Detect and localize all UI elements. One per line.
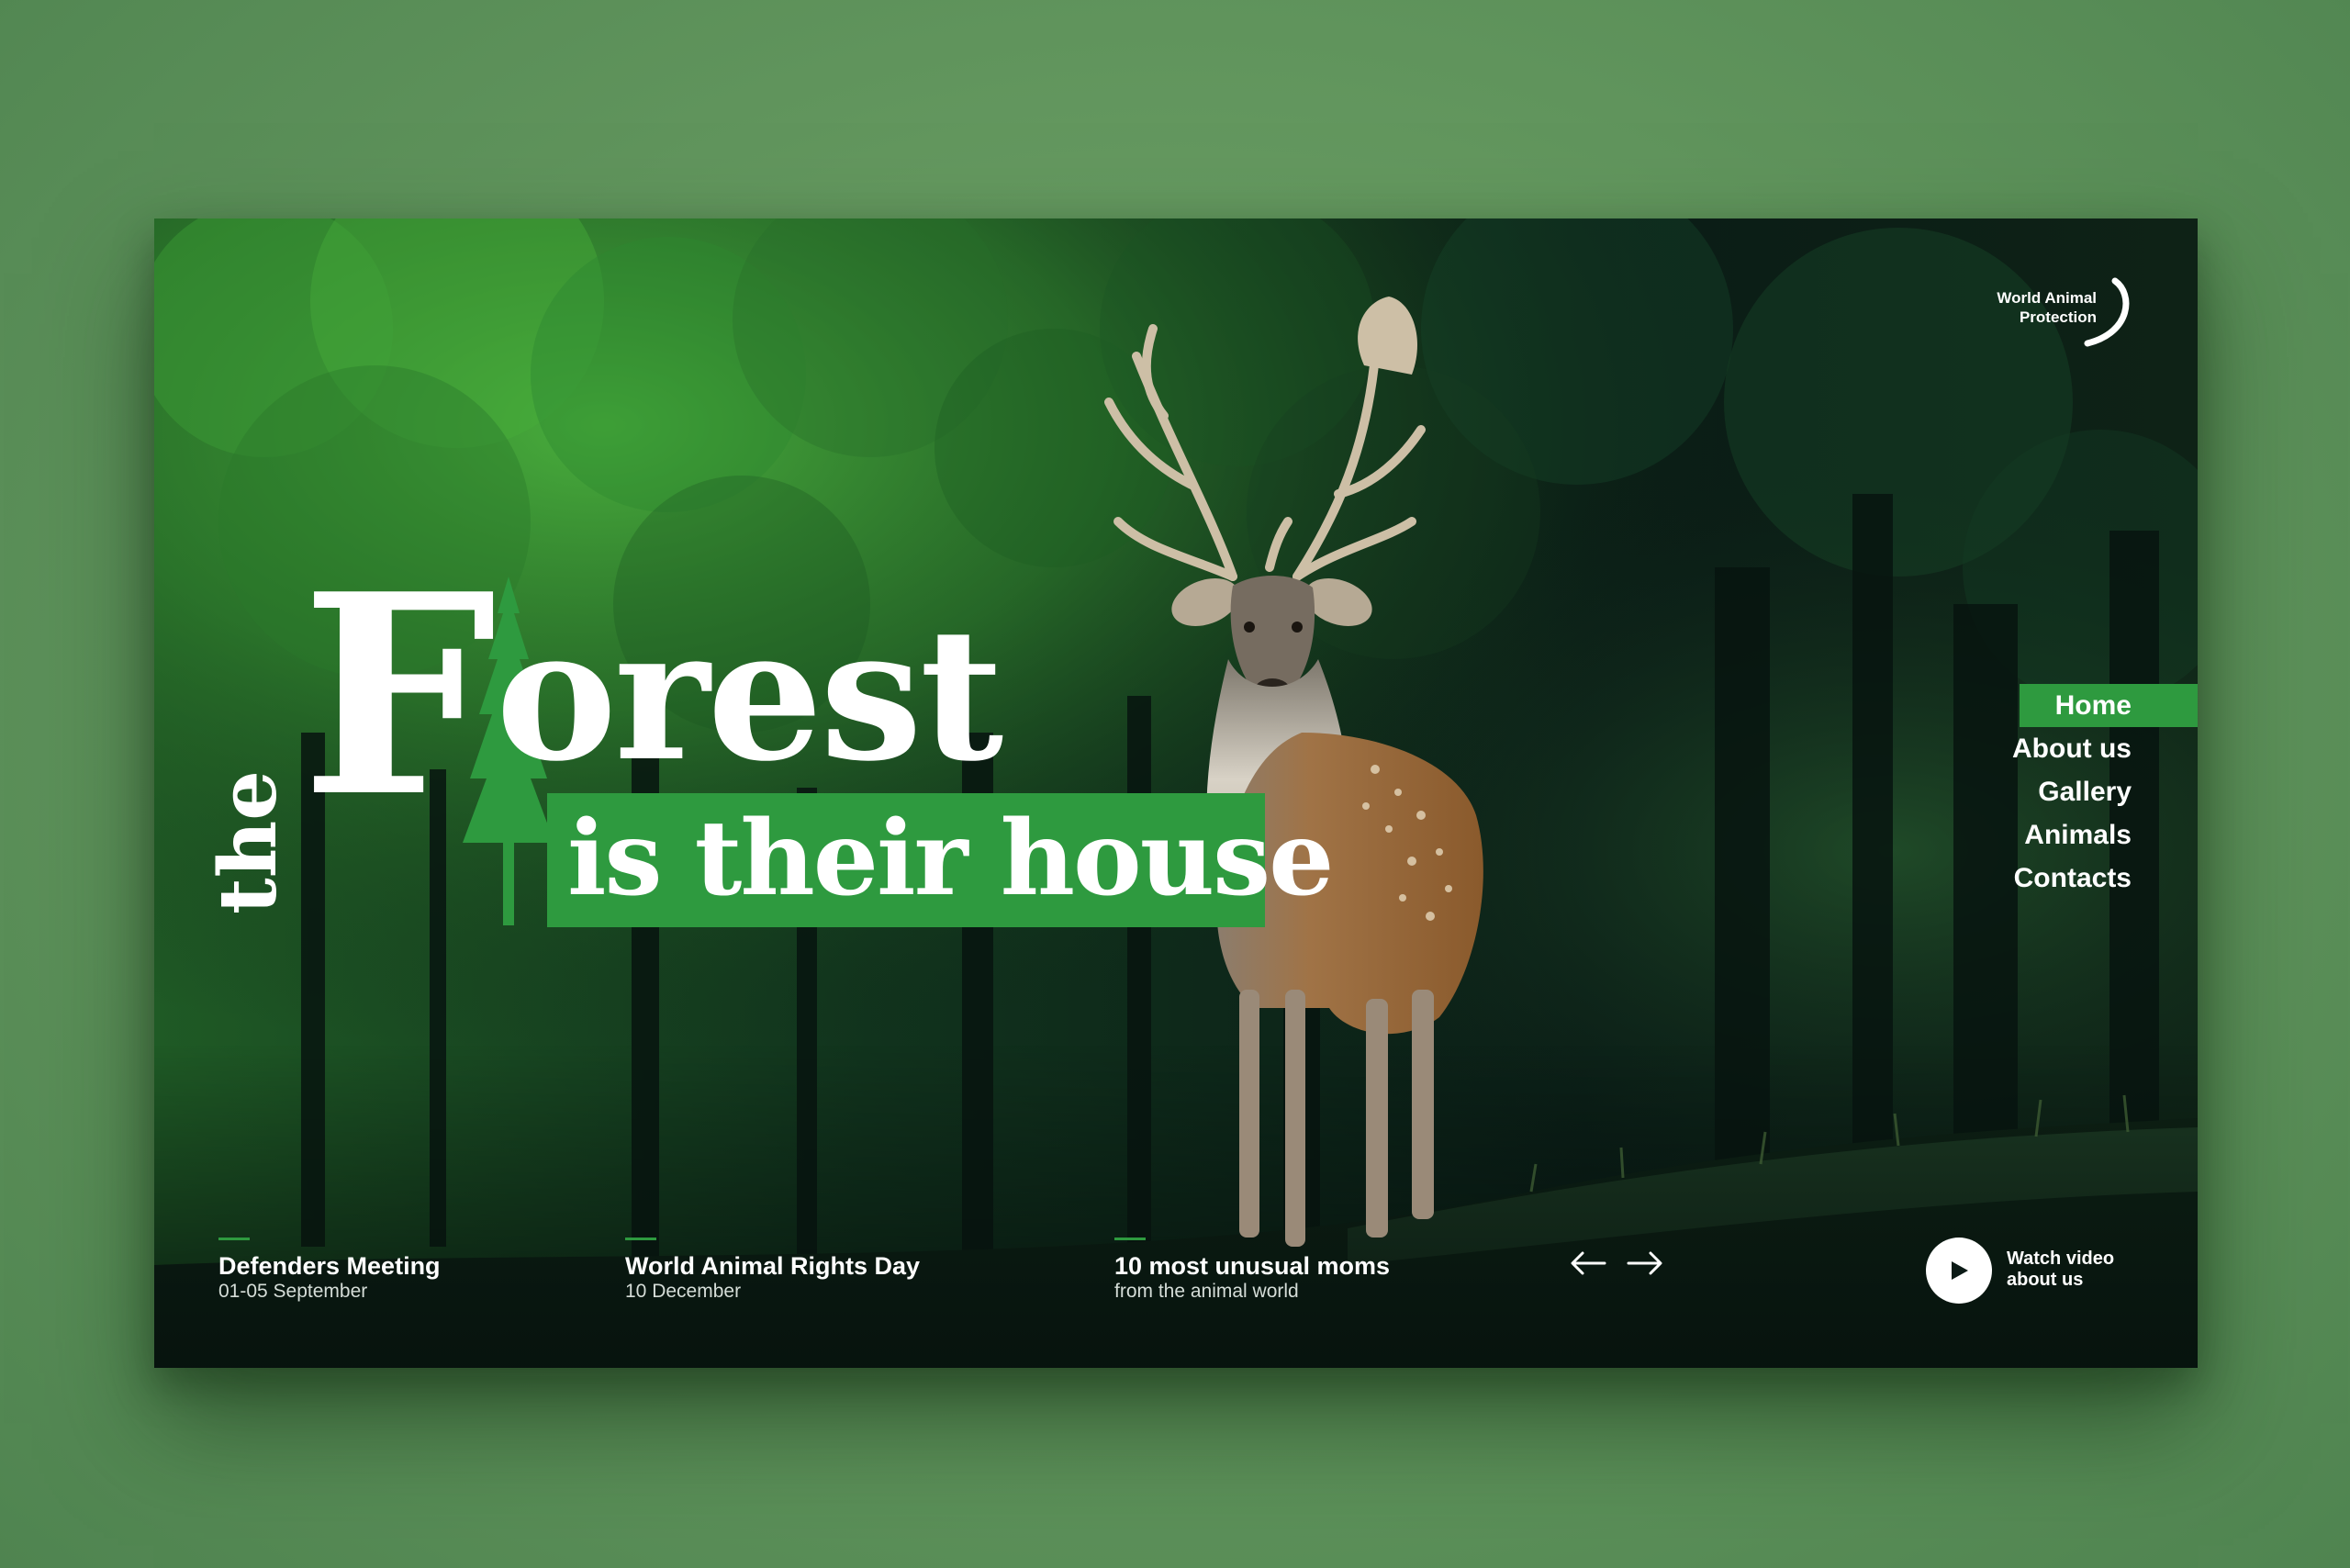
- news-item[interactable]: 10 most unusual moms from the animal wor…: [1114, 1238, 1390, 1303]
- news-accent-dash: [218, 1238, 250, 1240]
- nav-item-animals[interactable]: Animals: [1959, 813, 2198, 857]
- news-title: Defenders Meeting: [218, 1252, 441, 1280]
- news-accent-dash: [1114, 1238, 1146, 1240]
- news-subtitle: 10 December: [625, 1281, 742, 1302]
- news-subtitle: 01-05 September: [218, 1281, 368, 1302]
- news-accent-dash: [625, 1238, 656, 1240]
- main-nav: Home About us Gallery Animals Contacts: [1959, 684, 2198, 900]
- watch-video-button[interactable]: Watch video about us: [1926, 1238, 2146, 1304]
- news-item[interactable]: World Animal Rights Day 10 December: [625, 1238, 920, 1303]
- logo-swoosh-icon: [2084, 277, 2130, 347]
- headline-orest: orest: [496, 588, 1003, 801]
- nav-item-gallery[interactable]: Gallery: [1959, 770, 2198, 813]
- headline-subtitle: is their house: [567, 799, 1334, 919]
- nav-item-contacts[interactable]: Contacts: [1959, 857, 2198, 900]
- watch-video-label: Watch video about us: [2007, 1249, 2114, 1291]
- world-animal-protection-logo[interactable]: World Animal Protection: [1977, 275, 2133, 349]
- subtitle-banner: is their house: [547, 793, 1334, 927]
- news-title: 10 most unusual moms: [1114, 1252, 1391, 1280]
- watch-video-line-1: Watch video: [2007, 1249, 2115, 1269]
- news-subtitle: from the animal world: [1114, 1281, 1299, 1302]
- arrow-right-icon[interactable]: [1625, 1245, 1665, 1282]
- nav-item-about-us[interactable]: About us: [1959, 727, 2198, 770]
- headline-the: the: [202, 770, 295, 914]
- hero-card: World Animal Protection the F orest is t…: [154, 218, 2198, 1368]
- slider-controls: [1568, 1245, 1669, 1282]
- nav-item-home[interactable]: Home: [2020, 684, 2198, 727]
- arrow-left-icon[interactable]: [1568, 1245, 1608, 1282]
- watch-video-line-2: about us: [2007, 1270, 2084, 1290]
- play-button-circle[interactable]: [1926, 1238, 1992, 1304]
- news-item[interactable]: Defenders Meeting 01-05 September: [218, 1238, 441, 1303]
- play-icon: [1952, 1261, 1968, 1280]
- news-title: World Animal Rights Day: [625, 1252, 921, 1280]
